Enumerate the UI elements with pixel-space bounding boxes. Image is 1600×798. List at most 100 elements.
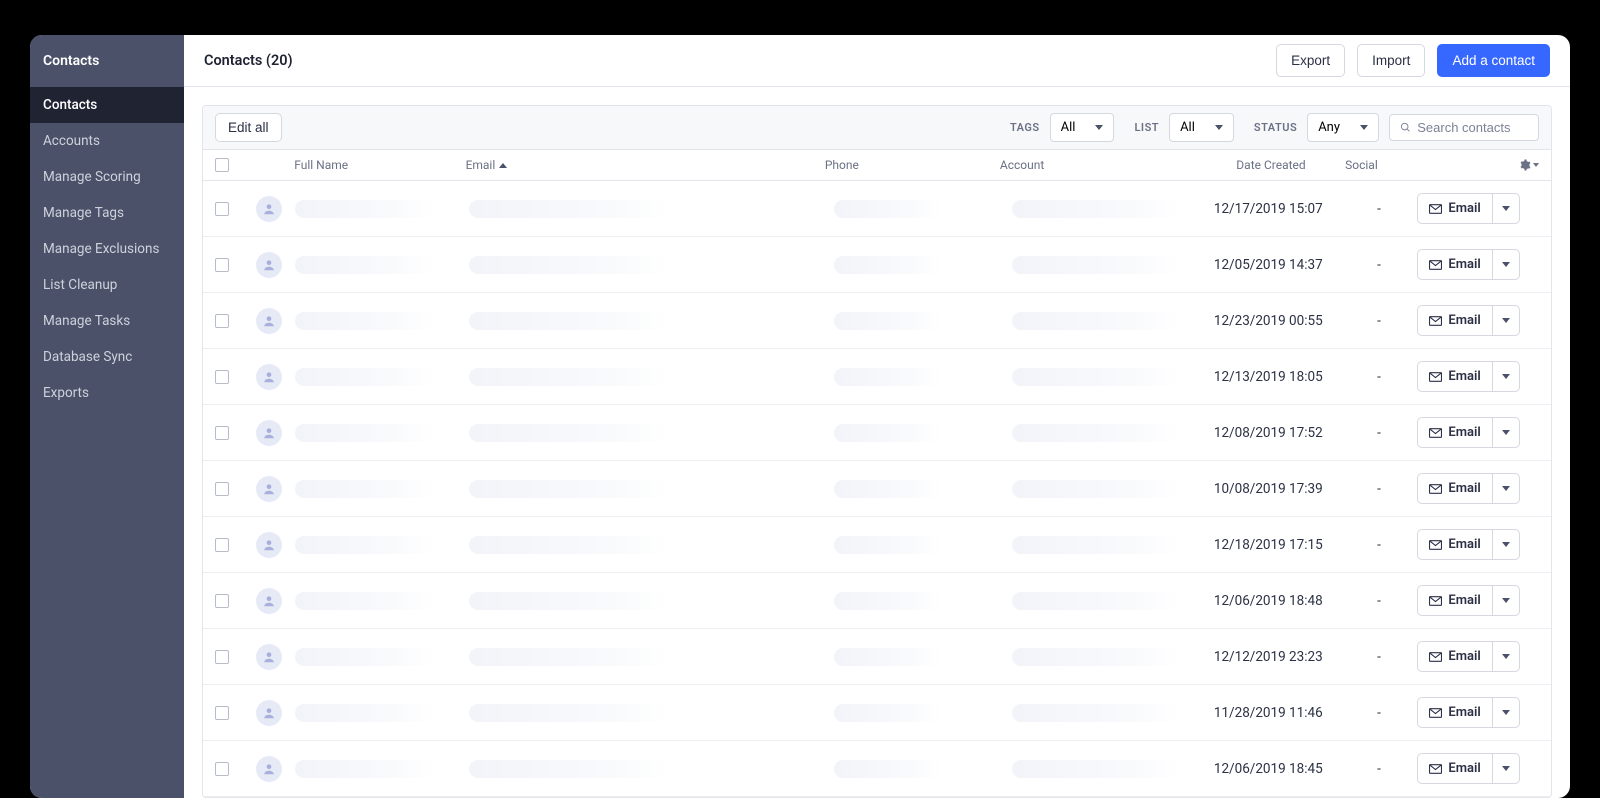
row-checkbox[interactable] bbox=[215, 706, 229, 720]
col-full-name[interactable]: Full Name bbox=[294, 158, 465, 172]
column-settings-button[interactable] bbox=[1519, 159, 1539, 171]
sidebar-item-manage-exclusions[interactable]: Manage Exclusions bbox=[30, 231, 184, 267]
redacted-phone bbox=[834, 536, 941, 554]
email-button-dropdown[interactable] bbox=[1493, 753, 1520, 784]
col-account[interactable]: Account bbox=[1000, 158, 1184, 172]
table-row[interactable]: 12/12/2019 23:23 - Email bbox=[203, 629, 1551, 685]
table-row[interactable]: 11/28/2019 11:46 - Email bbox=[203, 685, 1551, 741]
email-button-dropdown[interactable] bbox=[1493, 305, 1520, 336]
edit-all-button[interactable]: Edit all bbox=[215, 113, 282, 142]
table-row[interactable]: 12/06/2019 18:48 - Email bbox=[203, 573, 1551, 629]
search-input-wrapper[interactable] bbox=[1389, 114, 1539, 141]
table-row[interactable]: 12/13/2019 18:05 - Email bbox=[203, 349, 1551, 405]
col-date-created[interactable]: Date Created bbox=[1184, 158, 1324, 172]
sidebar-item-exports[interactable]: Exports bbox=[30, 375, 184, 411]
avatar bbox=[256, 644, 282, 670]
redacted-phone bbox=[834, 312, 941, 330]
redacted-name bbox=[295, 200, 434, 218]
email-button-dropdown[interactable] bbox=[1493, 473, 1520, 504]
row-checkbox[interactable] bbox=[215, 314, 229, 328]
email-button-dropdown[interactable] bbox=[1493, 697, 1520, 728]
import-button[interactable]: Import bbox=[1357, 44, 1425, 77]
table-header: Full Name Email Phone Account Date Creat… bbox=[203, 150, 1551, 181]
col-phone[interactable]: Phone bbox=[825, 158, 1000, 172]
email-button-label: Email bbox=[1448, 649, 1480, 664]
table-row[interactable]: 12/08/2019 17:52 - Email bbox=[203, 405, 1551, 461]
avatar bbox=[256, 196, 282, 222]
email-button[interactable]: Email bbox=[1417, 473, 1492, 504]
row-checkbox[interactable] bbox=[215, 650, 229, 664]
sidebar-item-manage-scoring[interactable]: Manage Scoring bbox=[30, 159, 184, 195]
col-email[interactable]: Email bbox=[466, 158, 825, 172]
row-checkbox[interactable] bbox=[215, 370, 229, 384]
cell-social: - bbox=[1341, 425, 1418, 441]
sidebar-item-manage-tasks[interactable]: Manage Tasks bbox=[30, 303, 184, 339]
email-button[interactable]: Email bbox=[1417, 361, 1492, 392]
chevron-down-icon bbox=[1502, 374, 1510, 379]
envelope-icon bbox=[1429, 316, 1442, 326]
email-button-dropdown[interactable] bbox=[1493, 529, 1520, 560]
email-button[interactable]: Email bbox=[1417, 585, 1492, 616]
email-button-dropdown[interactable] bbox=[1493, 417, 1520, 448]
email-button-label: Email bbox=[1448, 761, 1480, 776]
email-button[interactable]: Email bbox=[1417, 697, 1492, 728]
table-row[interactable]: 12/18/2019 17:15 - Email bbox=[203, 517, 1551, 573]
table-row[interactable]: 12/06/2019 18:45 - Email bbox=[203, 741, 1551, 797]
col-social[interactable]: Social bbox=[1324, 158, 1400, 172]
row-checkbox[interactable] bbox=[215, 426, 229, 440]
person-icon bbox=[262, 762, 276, 776]
email-button[interactable]: Email bbox=[1417, 305, 1492, 336]
sidebar-item-contacts[interactable]: Contacts bbox=[30, 87, 184, 123]
list-filter-select[interactable]: All bbox=[1169, 113, 1234, 142]
row-checkbox[interactable] bbox=[215, 258, 229, 272]
sidebar-item-accounts[interactable]: Accounts bbox=[30, 123, 184, 159]
cell-social: - bbox=[1341, 313, 1418, 329]
redacted-account bbox=[1012, 368, 1180, 386]
cell-date-created: 12/06/2019 18:45 bbox=[1199, 761, 1340, 777]
main: Contacts (20) Export Import Add a contac… bbox=[184, 35, 1570, 798]
email-button[interactable]: Email bbox=[1417, 753, 1492, 784]
select-all-checkbox[interactable] bbox=[215, 158, 229, 172]
redacted-email bbox=[469, 200, 670, 218]
row-checkbox[interactable] bbox=[215, 538, 229, 552]
row-checkbox[interactable] bbox=[215, 762, 229, 776]
redacted-account bbox=[1012, 256, 1180, 274]
table-row[interactable]: 12/05/2019 14:37 - Email bbox=[203, 237, 1551, 293]
email-button-dropdown[interactable] bbox=[1493, 193, 1520, 224]
avatar bbox=[256, 700, 282, 726]
sidebar-item-database-sync[interactable]: Database Sync bbox=[30, 339, 184, 375]
redacted-account bbox=[1012, 704, 1180, 722]
table-row[interactable]: 12/23/2019 00:55 - Email bbox=[203, 293, 1551, 349]
table-row[interactable]: 12/17/2019 15:07 - Email bbox=[203, 181, 1551, 237]
redacted-phone bbox=[834, 256, 941, 274]
table-row[interactable]: 10/08/2019 17:39 - Email bbox=[203, 461, 1551, 517]
person-icon bbox=[262, 202, 276, 216]
email-button[interactable]: Email bbox=[1417, 249, 1492, 280]
export-button[interactable]: Export bbox=[1276, 44, 1345, 77]
row-checkbox[interactable] bbox=[215, 594, 229, 608]
status-filter-select[interactable]: Any bbox=[1307, 113, 1379, 142]
redacted-account bbox=[1012, 480, 1180, 498]
email-button-dropdown[interactable] bbox=[1493, 249, 1520, 280]
sidebar-item-list-cleanup[interactable]: List Cleanup bbox=[30, 267, 184, 303]
email-button-dropdown[interactable] bbox=[1493, 585, 1520, 616]
redacted-phone bbox=[834, 368, 941, 386]
search-icon bbox=[1400, 121, 1411, 134]
email-button-dropdown[interactable] bbox=[1493, 361, 1520, 392]
redacted-name bbox=[295, 312, 434, 330]
redacted-phone bbox=[834, 592, 941, 610]
row-checkbox[interactable] bbox=[215, 482, 229, 496]
add-contact-button[interactable]: Add a contact bbox=[1437, 44, 1550, 77]
email-button[interactable]: Email bbox=[1417, 641, 1492, 672]
redacted-phone bbox=[834, 648, 941, 666]
sidebar-item-manage-tags[interactable]: Manage Tags bbox=[30, 195, 184, 231]
row-checkbox[interactable] bbox=[215, 202, 229, 216]
app-frame: Contacts ContactsAccountsManage ScoringM… bbox=[30, 35, 1570, 798]
email-button[interactable]: Email bbox=[1417, 529, 1492, 560]
email-button[interactable]: Email bbox=[1417, 417, 1492, 448]
email-button-dropdown[interactable] bbox=[1493, 641, 1520, 672]
email-button[interactable]: Email bbox=[1417, 193, 1492, 224]
redacted-email bbox=[469, 648, 670, 666]
tags-filter-select[interactable]: All bbox=[1050, 113, 1115, 142]
search-input[interactable] bbox=[1417, 120, 1528, 135]
